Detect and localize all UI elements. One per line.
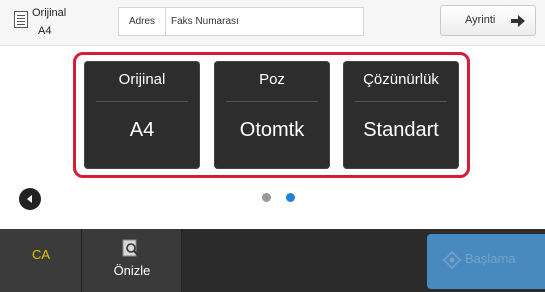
tile-divider	[96, 101, 188, 102]
original-tile[interactable]: Orijinal A4	[84, 61, 200, 169]
original-tile-value: A4	[129, 119, 155, 141]
exposure-tile[interactable]: Poz Otomtk	[214, 61, 330, 169]
resolution-tile[interactable]: Çözünürlük Standart	[343, 61, 459, 169]
detail-button[interactable]: Ayrinti	[440, 5, 536, 36]
start-button[interactable]: Başlama	[427, 234, 545, 289]
exposure-tile-value: Otomtk	[239, 119, 305, 141]
tile-divider	[226, 101, 318, 102]
preview-magnifier-icon	[122, 239, 139, 257]
original-label: Orijinal	[32, 7, 67, 19]
original-document-icon	[14, 11, 28, 28]
start-diamond-icon	[443, 251, 461, 269]
bottom-bar: CA Önizle Başlama	[0, 229, 545, 292]
preview-button[interactable]: Önizle	[82, 229, 182, 292]
detail-button-label: Ayrinti	[465, 14, 496, 26]
page-indicator-dot-1[interactable]	[262, 193, 271, 202]
back-button[interactable]	[19, 188, 41, 210]
start-label: Başlama	[465, 251, 516, 266]
exposure-tile-title: Poz	[259, 71, 285, 88]
top-bar: Orijinal A4 Adres Faks Numarası Ayrinti	[0, 0, 545, 46]
clear-all-button[interactable]: CA	[0, 229, 82, 292]
resolution-tile-value: Standart	[363, 119, 439, 141]
fax-number-input[interactable]: Faks Numarası	[171, 8, 239, 35]
clear-all-label: CA	[31, 247, 51, 262]
original-tile-title: Orijinal	[118, 71, 166, 88]
address-field[interactable]: Adres Faks Numarası	[118, 7, 364, 36]
address-button[interactable]: Adres	[119, 8, 166, 35]
original-size-value: A4	[38, 25, 52, 37]
arrow-right-icon	[511, 15, 525, 27]
chevron-left-icon	[27, 195, 32, 203]
preview-label: Önizle	[113, 263, 151, 278]
tile-divider	[355, 101, 447, 102]
settings-tiles-group: Orijinal A4 Poz Otomtk Çözünürlük Standa…	[73, 52, 470, 178]
page-indicator-dot-2-active[interactable]	[286, 193, 295, 202]
resolution-tile-title: Çözünürlük	[363, 71, 439, 88]
